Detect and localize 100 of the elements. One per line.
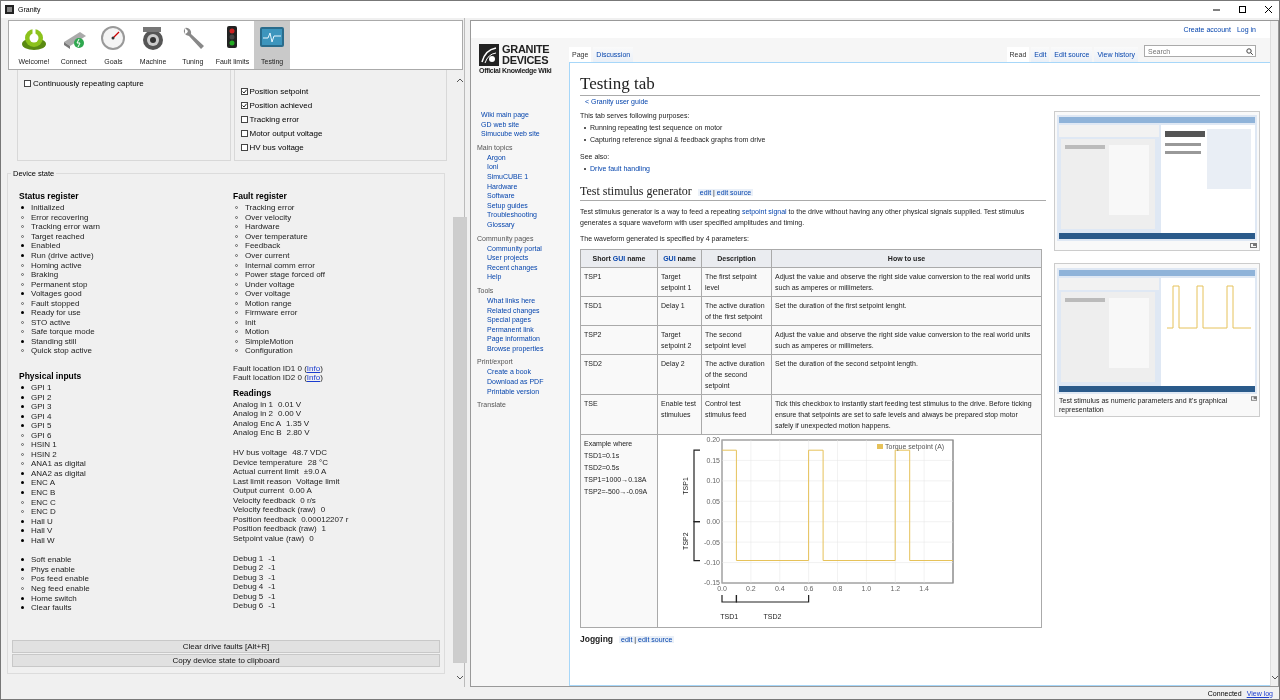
checkbox[interactable] bbox=[240, 116, 248, 123]
reading-value: 0.01 V bbox=[278, 399, 302, 410]
section-heading: Physical inputs bbox=[19, 369, 83, 383]
logo-text: GRANITE bbox=[502, 44, 550, 55]
indicator-label: Tracking error warn bbox=[31, 222, 101, 232]
action-button[interactable]: Copy device state to clipboard bbox=[12, 654, 440, 667]
logo-text: DEVICES bbox=[502, 55, 550, 66]
indicator-label: Hardware bbox=[245, 222, 280, 232]
indicator-label: HSIN 1 bbox=[31, 440, 57, 450]
indicator-label: Power stage forced off bbox=[245, 270, 325, 280]
indicator-label: Motion bbox=[245, 327, 269, 337]
checkbox-label: Continuously repeating capture bbox=[33, 78, 144, 88]
fault-location-text: Fault location ID1 0 (Info) bbox=[233, 363, 324, 374]
checkbox-label: Tracking error bbox=[249, 115, 299, 124]
enlarge-icon[interactable] bbox=[1250, 243, 1257, 248]
reading-value: 48.7 VDC bbox=[292, 448, 327, 458]
reading-label: Analog Enc A bbox=[233, 418, 282, 429]
checkbox[interactable] bbox=[240, 143, 248, 151]
reading-label: Device temperature bbox=[233, 457, 303, 468]
reading-label: HV bus voltage bbox=[233, 448, 288, 458]
indicator-label: GPI 4 bbox=[31, 411, 52, 421]
indicator-label: Motion range bbox=[245, 298, 292, 308]
reading-label: Analog in 1 bbox=[233, 399, 274, 410]
logo-icon bbox=[479, 44, 499, 66]
reading-value: 0 bbox=[320, 505, 326, 515]
app-icon bbox=[5, 5, 14, 14]
indicator-label: Home switch bbox=[31, 593, 77, 603]
scroll-up-icon[interactable] bbox=[456, 78, 463, 82]
checkbox[interactable] bbox=[24, 79, 31, 87]
reading-value: -1 bbox=[268, 582, 276, 592]
checkbox-label: HV bus voltage bbox=[249, 142, 304, 152]
reading-value: -1 bbox=[268, 553, 276, 564]
indicator-label: Phys enable bbox=[31, 564, 76, 574]
reading-label: Analog in 2 bbox=[233, 409, 274, 419]
reading-value: 1 bbox=[321, 524, 327, 534]
reading-label: Analog Enc B bbox=[233, 428, 282, 439]
indicator-label: Internal comm error bbox=[245, 260, 315, 270]
reading-label: Output current bbox=[233, 486, 285, 496]
reading-value: 2.80 V bbox=[286, 428, 310, 439]
indicator-label: Firmware error bbox=[245, 308, 298, 318]
reading-label: Setpoint value (raw) bbox=[233, 533, 305, 544]
indicator-label: Hall W bbox=[31, 535, 55, 545]
indicator-label: Voltages good bbox=[31, 289, 82, 299]
indicator-label: ANA1 as digital bbox=[31, 459, 86, 469]
indicator-label: ENC D bbox=[31, 507, 56, 517]
scrollbar[interactable] bbox=[1270, 21, 1278, 686]
reading-value: 28 °C bbox=[307, 457, 328, 468]
indicator-label: Init bbox=[245, 317, 256, 327]
indicator-label: ENC C bbox=[31, 497, 56, 507]
reading-label: Velocity feedback (raw) bbox=[233, 505, 316, 515]
close-icon[interactable] bbox=[1264, 6, 1272, 13]
reading-value: 0.00 A bbox=[289, 486, 312, 496]
reading-label: Debug 3 bbox=[233, 572, 264, 583]
section-heading: Jogging bbox=[580, 634, 614, 644]
reading-value: 0 r/s bbox=[300, 495, 316, 506]
legend-swatch bbox=[877, 444, 883, 449]
enlarge-icon[interactable] bbox=[1250, 396, 1257, 401]
scroll-down-icon[interactable] bbox=[456, 676, 463, 680]
indicator-label: GPI 3 bbox=[31, 402, 52, 412]
indicator-label: GPI 5 bbox=[31, 421, 52, 431]
scroll-down-icon[interactable] bbox=[1271, 676, 1278, 680]
reading-value: ±9.0 A bbox=[303, 467, 327, 477]
reading-label: Actual current limit bbox=[233, 467, 299, 477]
indicator-label: ENC B bbox=[31, 488, 56, 498]
action-button[interactable]: Clear drive faults [Alt+R] bbox=[12, 640, 440, 653]
reading-value: -1 bbox=[268, 591, 276, 602]
indicator-label: Pos feed enable bbox=[31, 574, 89, 584]
indicator-label: Neg feed enable bbox=[31, 583, 90, 593]
indicator-label: Error recovering bbox=[31, 212, 89, 222]
checkbox[interactable] bbox=[240, 102, 248, 110]
reading-label: Debug 2 bbox=[233, 563, 264, 573]
maximize-icon[interactable] bbox=[1238, 6, 1246, 13]
indicator-label: Quick stop active bbox=[31, 346, 92, 356]
indicator-label: Ready for use bbox=[31, 308, 81, 318]
search-icon[interactable] bbox=[1246, 47, 1253, 55]
reading-value: 0 bbox=[309, 533, 314, 544]
reading-label: Debug 5 bbox=[233, 591, 264, 602]
checkbox[interactable] bbox=[240, 129, 248, 137]
reading-label: Position feedback (raw) bbox=[233, 524, 317, 534]
checkbox-label: Position setpoint bbox=[249, 87, 309, 97]
page-title: Testing tab bbox=[580, 74, 1260, 96]
fault-location-text: Fault location ID2 0 (Info) bbox=[233, 373, 324, 383]
indicator-label: SimpleMotion bbox=[245, 336, 294, 346]
indicator-label: Under voltage bbox=[245, 279, 295, 289]
section-heading: Fault register bbox=[233, 190, 288, 203]
reading-label: Debug 6 bbox=[233, 601, 264, 611]
reading-value: 1.35 V bbox=[286, 418, 310, 429]
indicator-label: Over velocity bbox=[245, 212, 292, 222]
reading-value: 0.00012207 r bbox=[301, 514, 349, 525]
indicator-label: Clear faults bbox=[31, 603, 72, 613]
reading-value: -1 bbox=[268, 601, 276, 611]
indicator-label: GPI 1 bbox=[31, 383, 52, 392]
reading-label: Velocity feedback bbox=[233, 495, 296, 506]
indicator-label: Initialized bbox=[31, 203, 65, 213]
checkbox[interactable] bbox=[240, 88, 248, 96]
reading-label: Last limit reason bbox=[233, 476, 292, 487]
indicator-label: Hall V bbox=[31, 526, 53, 536]
minimize-icon[interactable] bbox=[1212, 6, 1220, 13]
section-heading: Test stimulus generator bbox=[580, 184, 692, 199]
reading-label: Position feedback bbox=[233, 514, 297, 525]
